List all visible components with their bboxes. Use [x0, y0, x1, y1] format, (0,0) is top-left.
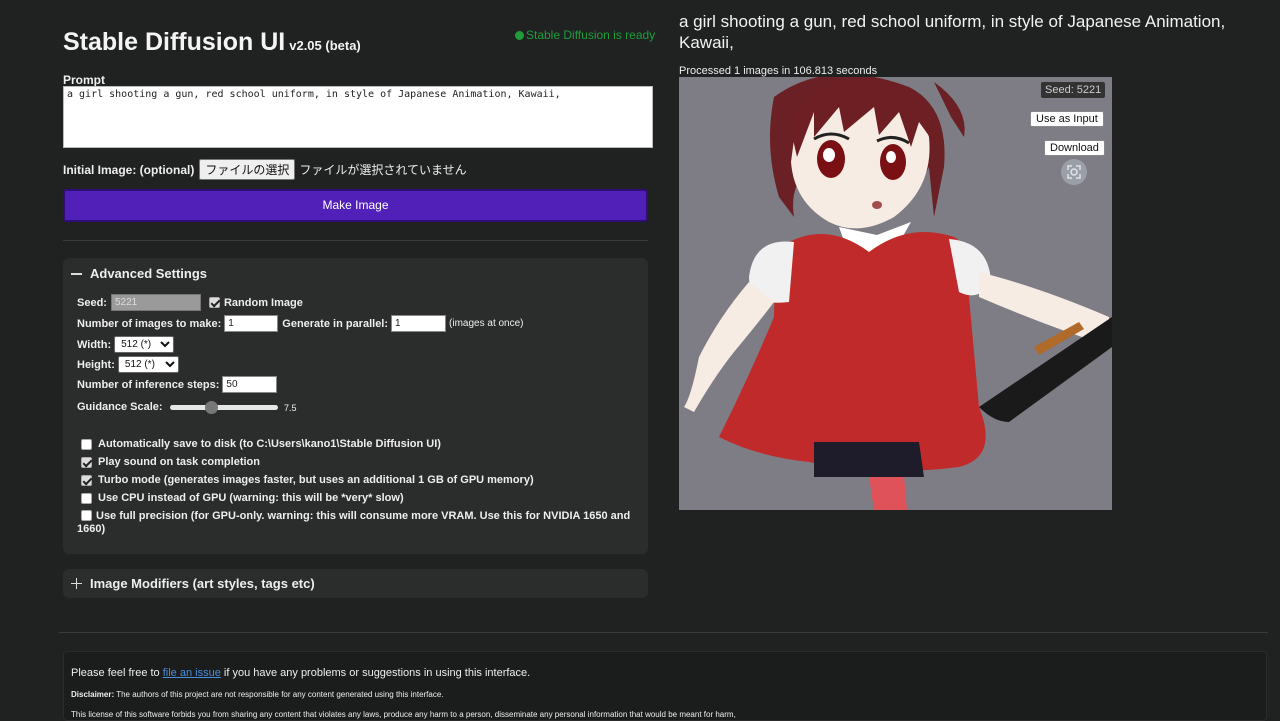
choose-file-button[interactable]: ファイルの選択: [199, 159, 296, 180]
footer-divider: [59, 632, 1268, 633]
auto-save-label: Automatically save to disk (to C:\Users\…: [98, 438, 441, 450]
advanced-settings-toggle[interactable]: Advanced Settings: [71, 266, 207, 281]
guidance-label: Guidance Scale:: [77, 401, 163, 413]
width-row: Width: 512 (*): [77, 336, 175, 353]
footer-feedback-pre: Please feel free to: [71, 667, 160, 679]
footer-feedback: Please feel free to file an issue if you…: [71, 667, 530, 679]
footer-disclaimer: Disclaimer: The authors of this project …: [71, 690, 444, 699]
seed-badge: Seed: 5221: [1041, 82, 1106, 98]
parallel-label: Generate in parallel:: [282, 317, 389, 330]
initial-image-row: Initial Image: (optional) ファイルの選択 ファイルが選…: [63, 159, 467, 180]
file-issue-link[interactable]: file an issue: [163, 667, 221, 679]
random-image-label: Random Image: [223, 296, 303, 309]
file-status: ファイルが選択されていません: [299, 163, 467, 177]
option-auto-save[interactable]: Automatically save to disk (to C:\Users\…: [77, 438, 637, 450]
option-full-precision[interactable]: Use full precision (for GPU-only. warnin…: [77, 510, 637, 536]
parallel-input[interactable]: [391, 315, 447, 332]
make-image-button[interactable]: Make Image: [63, 189, 648, 222]
seed-label: Seed:: [77, 296, 107, 309]
use-cpu-checkbox[interactable]: [81, 493, 92, 504]
height-select[interactable]: 512 (*): [117, 356, 179, 373]
steps-row: Number of inference steps:: [77, 376, 278, 393]
option-use-cpu[interactable]: Use CPU instead of GPU (warning: this wi…: [77, 492, 637, 504]
options-list: Automatically save to disk (to C:\Users\…: [77, 438, 637, 536]
scan-zoom-icon[interactable]: [1061, 159, 1087, 185]
footer-license: This license of this software forbids yo…: [71, 710, 736, 719]
app-version: v2.05 (beta): [289, 38, 361, 53]
height-row: Height: 512 (*): [77, 356, 179, 373]
scan-zoom-glyph: [1067, 165, 1081, 179]
auto-save-checkbox[interactable]: [81, 439, 92, 450]
collapse-minus-icon: [71, 272, 82, 275]
seed-row: Seed: Random Image: [77, 294, 303, 311]
num-images-label: Number of images to make:: [77, 317, 222, 330]
width-label: Width:: [77, 338, 112, 351]
steps-input[interactable]: [222, 376, 278, 393]
full-precision-checkbox[interactable]: [81, 510, 92, 521]
steps-label: Number of inference steps:: [77, 378, 220, 391]
width-select[interactable]: 512 (*): [114, 336, 175, 353]
footer-feedback-post: if you have any problems or suggestions …: [223, 667, 531, 679]
use-cpu-label: Use CPU instead of GPU (warning: this wi…: [98, 492, 404, 504]
advanced-settings-header: Advanced Settings: [90, 266, 208, 281]
option-turbo[interactable]: Turbo mode (generates images faster, but…: [77, 474, 637, 486]
parallel-hint: (images at once): [449, 318, 524, 329]
num-images-input[interactable]: [224, 315, 279, 332]
use-as-input-button[interactable]: Use as Input: [1030, 111, 1104, 127]
expand-plus-icon: [71, 578, 82, 589]
turbo-checkbox[interactable]: [81, 475, 92, 486]
app-title: Stable Diffusion UI v2.05 (beta): [63, 28, 361, 57]
option-play-sound[interactable]: Play sound on task completion: [77, 456, 637, 468]
output-prompt: a girl shooting a gun, red school unifor…: [679, 12, 1226, 52]
play-sound-checkbox[interactable]: [81, 457, 92, 468]
turbo-label: Turbo mode (generates images faster, but…: [98, 474, 534, 486]
prompt-label: Prompt: [63, 73, 105, 87]
num-images-row: Number of images to make: Generate in pa…: [77, 315, 524, 332]
processed-time: Processed 1 images in 106.813 seconds: [679, 65, 878, 77]
download-button[interactable]: Download: [1044, 140, 1105, 156]
seed-input[interactable]: [110, 294, 201, 311]
play-sound-label: Play sound on task completion: [98, 456, 260, 468]
disclaimer-label: Disclaimer:: [71, 690, 115, 699]
server-status: Stable Diffusion is ready: [515, 28, 655, 42]
full-precision-label: Use full precision (for GPU-only. warnin…: [77, 510, 631, 535]
guidance-value: 7.5: [284, 403, 297, 413]
app-title-text: Stable Diffusion UI: [63, 28, 286, 56]
initial-image-label: Initial Image: (optional): [63, 162, 195, 177]
height-label: Height:: [77, 358, 115, 371]
guidance-slider[interactable]: [170, 401, 278, 414]
image-modifiers-header: Image Modifiers (art styles, tags etc): [90, 576, 315, 591]
status-dot-icon: [515, 31, 524, 40]
divider: [63, 240, 648, 241]
prompt-input[interactable]: a girl shooting a gun, red school unifor…: [63, 86, 653, 148]
disclaimer-text: The authors of this project are not resp…: [116, 690, 444, 699]
server-status-text: Stable Diffusion is ready: [526, 28, 656, 42]
random-image-checkbox[interactable]: [208, 297, 220, 308]
image-modifiers-toggle[interactable]: Image Modifiers (art styles, tags etc): [71, 576, 315, 591]
